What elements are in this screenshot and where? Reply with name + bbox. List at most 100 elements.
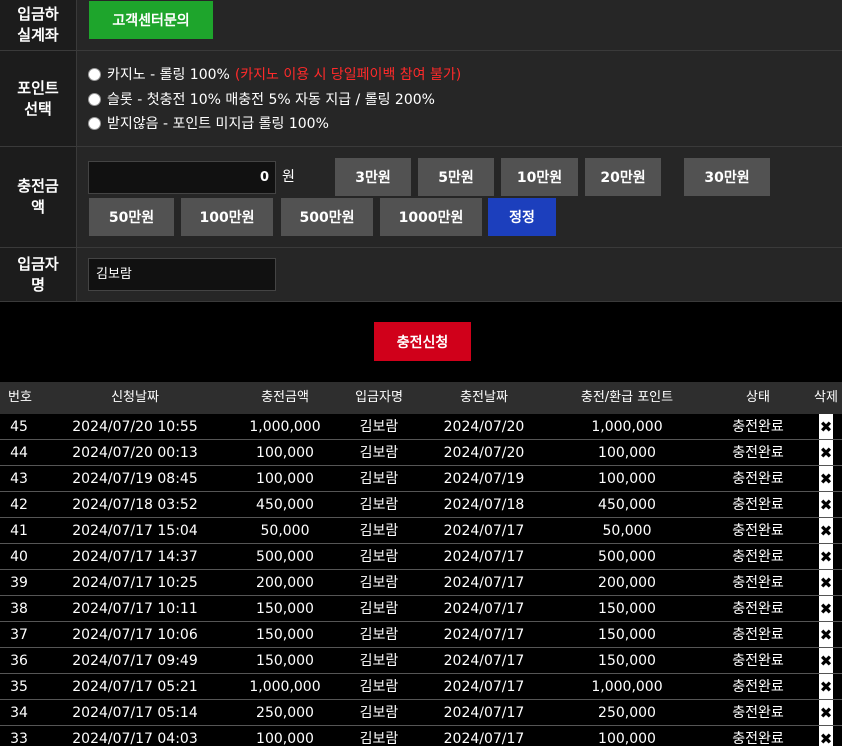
cell-request-date: 2024/07/20 10:55	[72, 419, 198, 435]
delete-button[interactable]: ✖	[819, 440, 833, 465]
table-row: 44 2024/07/20 00:13 100,000 김보람 2024/07/20 10…	[0, 440, 842, 466]
header-delete: 삭제	[814, 390, 838, 405]
header-status: 상태	[746, 390, 770, 405]
amount-button-200k[interactable]: 20만원	[585, 158, 661, 196]
cell-charge-amount: 100,000	[256, 471, 314, 487]
cell-depositor: 김보람	[359, 549, 399, 565]
cell-charge-amount: 450,000	[256, 497, 314, 513]
close-icon: ✖	[819, 652, 833, 670]
cell-number: 38	[10, 601, 28, 617]
depositor-label: 입금자 명	[0, 248, 77, 301]
amount-button-10m[interactable]: 1000만원	[380, 198, 482, 236]
amount-button-5m[interactable]: 500만원	[281, 198, 373, 236]
cell-status: 충전완료	[732, 549, 784, 565]
header-charge-amount: 충전금액	[261, 390, 309, 405]
table-row: 37 2024/07/17 10:06 150,000 김보람 2024/07/17 15…	[0, 622, 842, 648]
cell-points: 1,000,000	[591, 679, 663, 695]
cell-charge-date: 2024/07/19	[443, 471, 525, 487]
cell-status: 충전완료	[732, 627, 784, 643]
amount-button-30k[interactable]: 3만원	[335, 158, 411, 196]
cell-points: 100,000	[598, 471, 656, 487]
cell-points: 150,000	[598, 601, 656, 617]
point-select-label: 포인트 선택	[0, 51, 77, 146]
cell-depositor: 김보람	[359, 497, 399, 513]
delete-button[interactable]: ✖	[819, 466, 833, 491]
header-points: 충전/환급 포인트	[580, 390, 674, 405]
charge-amount-row: 충전금 액 0 원 3만원 5만원 10만원 20만원 30만원 50만원 10…	[0, 147, 842, 248]
cell-number: 34	[10, 705, 28, 721]
cell-charge-amount: 150,000	[256, 601, 314, 617]
amount-button-1m[interactable]: 100만원	[181, 198, 273, 236]
cell-charge-amount: 250,000	[256, 705, 314, 721]
table-row: 36 2024/07/17 09:49 150,000 김보람 2024/07/17 15…	[0, 648, 842, 674]
charge-amount-label: 충전금 액	[0, 147, 77, 247]
charge-request-button[interactable]: 충전신청	[374, 322, 471, 361]
depositor-row: 입금자 명 김보람	[0, 248, 842, 302]
won-unit: 원	[282, 169, 295, 185]
cell-number: 40	[10, 549, 28, 565]
close-icon: ✖	[819, 678, 833, 696]
table-row: 35 2024/07/17 05:21 1,000,000 김보람 2024/07/17…	[0, 674, 842, 700]
point-option-none[interactable]: 받지않음 - 포인트 미지급 롤링 100%	[88, 111, 329, 135]
cell-status: 충전완료	[732, 497, 784, 513]
delete-button[interactable]: ✖	[819, 570, 833, 595]
cell-request-date: 2024/07/17 09:49	[72, 653, 198, 669]
charge-amount-input[interactable]: 0	[88, 161, 276, 194]
close-icon: ✖	[819, 496, 833, 514]
cell-charge-date: 2024/07/17	[443, 601, 525, 617]
cell-charge-date: 2024/07/17	[443, 653, 525, 669]
header-number: 번호	[8, 390, 32, 405]
cell-depositor: 김보람	[359, 627, 399, 643]
close-icon: ✖	[819, 600, 833, 618]
cell-points: 100,000	[598, 731, 656, 746]
table-row: 38 2024/07/17 10:11 150,000 김보람 2024/07/17 15…	[0, 596, 842, 622]
header-charge-date: 충전날짜	[460, 390, 508, 405]
delete-button[interactable]: ✖	[819, 596, 833, 621]
cell-request-date: 2024/07/17 14:37	[72, 549, 198, 565]
delete-button[interactable]: ✖	[819, 414, 833, 439]
cell-status: 충전완료	[732, 731, 784, 746]
amount-button-500k[interactable]: 50만원	[89, 198, 174, 236]
amount-button-300k[interactable]: 30만원	[684, 158, 770, 196]
point-option-slot[interactable]: 슬롯 - 첫충전 10% 매충전 5% 자동 지급 / 롤링 200%	[88, 87, 435, 111]
cell-points: 100,000	[598, 445, 656, 461]
cell-points: 1,000,000	[591, 419, 663, 435]
cell-charge-date: 2024/07/20	[443, 419, 525, 435]
radio-icon[interactable]	[88, 116, 101, 130]
delete-button[interactable]: ✖	[819, 700, 833, 725]
amount-button-50k[interactable]: 5만원	[418, 158, 494, 196]
cell-depositor: 김보람	[359, 679, 399, 695]
delete-button[interactable]: ✖	[819, 622, 833, 647]
delete-button[interactable]: ✖	[819, 726, 833, 746]
cell-charge-amount: 150,000	[256, 653, 314, 669]
amount-button-100k[interactable]: 10만원	[501, 158, 578, 196]
cell-charge-amount: 500,000	[256, 549, 314, 565]
close-icon: ✖	[819, 626, 833, 644]
customer-center-inquiry-button[interactable]: 고객센터문의	[89, 1, 213, 39]
cell-charge-amount: 100,000	[256, 445, 314, 461]
point-option-casino[interactable]: 카지노 - 롤링 100% (카지노 이용 시 당일페이백 참여 불가)	[88, 62, 461, 86]
cell-points: 200,000	[598, 575, 656, 591]
cell-number: 36	[10, 653, 28, 669]
radio-icon[interactable]	[88, 67, 101, 81]
table-row: 42 2024/07/18 03:52 450,000 김보람 2024/07/18 45…	[0, 492, 842, 518]
delete-button[interactable]: ✖	[819, 544, 833, 569]
close-icon: ✖	[819, 418, 833, 436]
cell-charge-amount: 1,000,000	[249, 679, 321, 695]
delete-button[interactable]: ✖	[819, 492, 833, 517]
cell-depositor: 김보람	[359, 731, 399, 746]
close-icon: ✖	[819, 730, 833, 746]
correct-button[interactable]: 정정	[488, 198, 556, 236]
delete-button[interactable]: ✖	[819, 518, 833, 543]
depositor-name-input[interactable]: 김보람	[88, 258, 276, 291]
cell-number: 44	[10, 445, 28, 461]
radio-icon[interactable]	[88, 92, 101, 106]
point-select-row: 포인트 선택 카지노 - 롤링 100% (카지노 이용 시 당일페이백 참여 …	[0, 51, 842, 147]
cell-number: 39	[10, 575, 28, 591]
cell-number: 33	[10, 731, 28, 746]
cell-request-date: 2024/07/17 04:03	[72, 731, 198, 746]
delete-button[interactable]: ✖	[819, 674, 833, 699]
close-icon: ✖	[819, 704, 833, 722]
delete-button[interactable]: ✖	[819, 648, 833, 673]
table-row: 43 2024/07/19 08:45 100,000 김보람 2024/07/19 10…	[0, 466, 842, 492]
